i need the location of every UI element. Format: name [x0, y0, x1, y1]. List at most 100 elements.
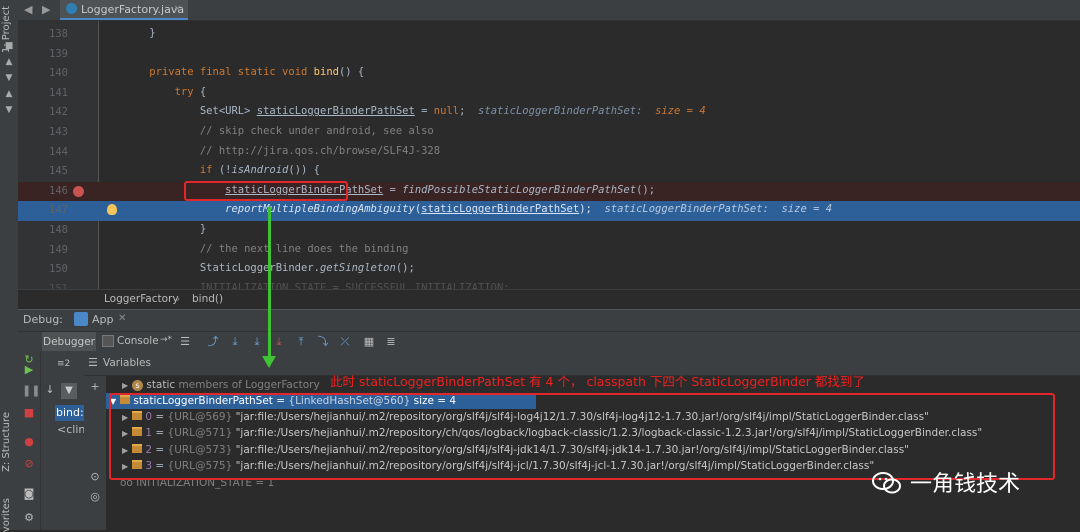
tab-forward-icon[interactable]: ▶: [42, 3, 50, 16]
line-number[interactable]: 149: [18, 244, 68, 256]
glasses-icon[interactable]: ⊙: [88, 470, 102, 484]
code-text: }: [124, 223, 207, 235]
menu-lines-icon[interactable]: ☰: [178, 335, 192, 349]
annotation-note: 此时 staticLoggerBinderPathSet 有 4 个， clas…: [330, 374, 865, 389]
list-icon: ☰: [88, 356, 98, 369]
watermark-text: 一角钱技术: [910, 472, 1021, 497]
breadcrumb-method[interactable]: bind(): [192, 290, 223, 309]
debug-header: Debug: App ✕: [18, 309, 1080, 332]
filter-icon[interactable]: ▼: [61, 383, 77, 399]
breadcrumb-separator: ›: [176, 293, 181, 305]
code-line[interactable]: 147 reportMultipleBindingAmbiguity(stati…: [18, 201, 1080, 221]
editor-tab-bar: ◀ ▶ LoggerFactory.java ✕: [18, 0, 1080, 21]
code-text: // skip check under android, see also: [124, 125, 434, 137]
tab-debugger[interactable]: Debugger: [42, 332, 96, 352]
force-step-into-icon[interactable]: ⤓: [272, 335, 286, 349]
code-line[interactable]: 150 StaticLoggerBinder.getSingleton();: [18, 260, 1080, 280]
debug-session-tab[interactable]: App: [92, 313, 114, 326]
tab-label: LoggerFactory.java: [81, 3, 185, 16]
add-watch-icon[interactable]: +: [88, 380, 102, 394]
code-editor[interactable]: 138 } 139 140 private final static void bi…: [18, 21, 1080, 289]
code-line[interactable]: 144 // http://jira.qos.ch/browse/SLF4J-3…: [18, 143, 1080, 163]
line-number[interactable]: 150: [18, 263, 68, 275]
chevron-down-icon[interactable]: ▼: [3, 104, 15, 116]
debug-actions-column: ↻ ▶ ❚❚ ■ ● ⊘ ◙ ⚙: [18, 351, 41, 530]
breakpoint-icon[interactable]: [73, 185, 84, 197]
code-text: }: [124, 27, 156, 39]
line-number[interactable]: 143: [18, 126, 68, 138]
resume-icon[interactable]: ▶: [22, 363, 36, 377]
chevron-down-icon[interactable]: ▼: [3, 72, 15, 84]
code-line[interactable]: 143 // skip check under android, see als…: [18, 123, 1080, 143]
left-tool-stripe: 1: Project Z: Structure vorites ■ ▲ ▼ ▲ …: [0, 0, 19, 532]
tab-back-icon[interactable]: ◀: [24, 3, 32, 16]
line-number[interactable]: 146: [18, 185, 68, 197]
console-icon: [102, 335, 114, 347]
breadcrumb-class[interactable]: LoggerFactory: [104, 290, 179, 309]
line-number[interactable]: 148: [18, 224, 68, 236]
favorites-tool-button[interactable]: vorites: [1, 498, 12, 532]
pause-icon[interactable]: ❚❚: [22, 384, 40, 398]
stop-icon[interactable]: ■: [22, 406, 36, 420]
expand-icon[interactable]: ▶: [122, 378, 132, 394]
tab-console[interactable]: Console: [117, 335, 159, 347]
tab-loggerfactory[interactable]: LoggerFactory.java ✕: [60, 0, 188, 20]
code-text: reportMultipleBindingAmbiguity(staticLog…: [225, 203, 833, 216]
code-line[interactable]: 139: [18, 45, 1080, 65]
console-pin-icon[interactable]: →*: [160, 335, 172, 345]
settings-icon[interactable]: ⚙: [22, 511, 36, 525]
line-number[interactable]: 142: [18, 106, 68, 118]
close-icon[interactable]: ✕: [174, 0, 182, 20]
folder-icon[interactable]: ■: [3, 40, 15, 52]
run-to-cursor-icon[interactable]: ⤫: [338, 335, 352, 349]
mute-breakpoints-icon[interactable]: ⊘: [22, 457, 36, 471]
highlight-box-assignment: [184, 181, 348, 201]
show-execution-point-icon[interactable]: ⤴: [206, 335, 220, 349]
thread-counter[interactable]: ≡2: [57, 359, 70, 369]
frame-item[interactable]: <clin: [57, 423, 85, 436]
annotation-arrow-head: [262, 356, 276, 368]
code-text: // the next line does the binding: [124, 242, 409, 255]
code-line[interactable]: 146 staticLoggerBinderPathSet = findPoss…: [18, 181, 1080, 202]
line-number[interactable]: 144: [18, 146, 68, 158]
code-line[interactable]: 141 try {: [18, 84, 1080, 104]
line-number[interactable]: 140: [18, 67, 68, 79]
debug-label: Debug:: [23, 313, 63, 326]
view-breakpoints-icon[interactable]: ●: [22, 435, 36, 449]
line-number[interactable]: 139: [18, 48, 68, 60]
step-out-icon[interactable]: ⤒: [294, 335, 308, 349]
code-line[interactable]: 138 }: [18, 25, 1080, 45]
close-icon[interactable]: ✕: [118, 313, 126, 324]
breadcrumb: LoggerFactory › bind(): [18, 289, 1080, 309]
static-members-row[interactable]: ▶ s static members of LoggerFactory: [106, 377, 320, 393]
code-text: private final static void bind() {: [149, 66, 365, 79]
step-into-icon[interactable]: ⤓: [250, 335, 264, 349]
code-line[interactable]: 149 // the next line does the binding: [18, 241, 1080, 261]
camera-icon[interactable]: ◙: [22, 487, 36, 501]
chevron-up-icon[interactable]: ▲: [3, 56, 15, 68]
code-line[interactable]: 145 if (!isAndroid()) {: [18, 162, 1080, 182]
line-number[interactable]: 147: [18, 204, 68, 216]
structure-tool-button[interactable]: Z: Structure: [1, 412, 12, 472]
static-icon: s: [132, 380, 143, 391]
line-number[interactable]: 141: [18, 87, 68, 99]
code-line[interactable]: 142 Set<URL> staticLoggerBinderPathSet =…: [18, 103, 1080, 123]
line-number[interactable]: 145: [18, 165, 68, 177]
watch-icon[interactable]: ◎: [88, 490, 102, 504]
wechat-icon: [872, 472, 901, 494]
step-over-icon[interactable]: ⤓: [228, 335, 242, 349]
evaluate-expression-icon[interactable]: ▦: [362, 335, 376, 349]
code-line[interactable]: 148 }: [18, 221, 1080, 241]
lightbulb-icon[interactable]: [107, 204, 117, 216]
app-session-icon: [74, 312, 88, 326]
code-line[interactable]: 151 INITIALIZATION_STATE = SUCCESSFUL_IN…: [18, 280, 1080, 289]
variables-title: Variables: [103, 357, 151, 369]
line-number[interactable]: 138: [18, 28, 68, 40]
arrow-down-icon[interactable]: ↓: [43, 383, 57, 397]
chevron-up-icon[interactable]: ▲: [3, 88, 15, 100]
code-line[interactable]: 140 private final static void bind() {: [18, 64, 1080, 84]
java-class-icon: [66, 3, 77, 14]
code-text: INITIALIZATION_STATE = SUCCESSFUL_INITIA…: [124, 281, 510, 289]
drop-frame-icon[interactable]: ⤵: [316, 335, 330, 349]
trace-icon[interactable]: ≣: [384, 335, 398, 349]
